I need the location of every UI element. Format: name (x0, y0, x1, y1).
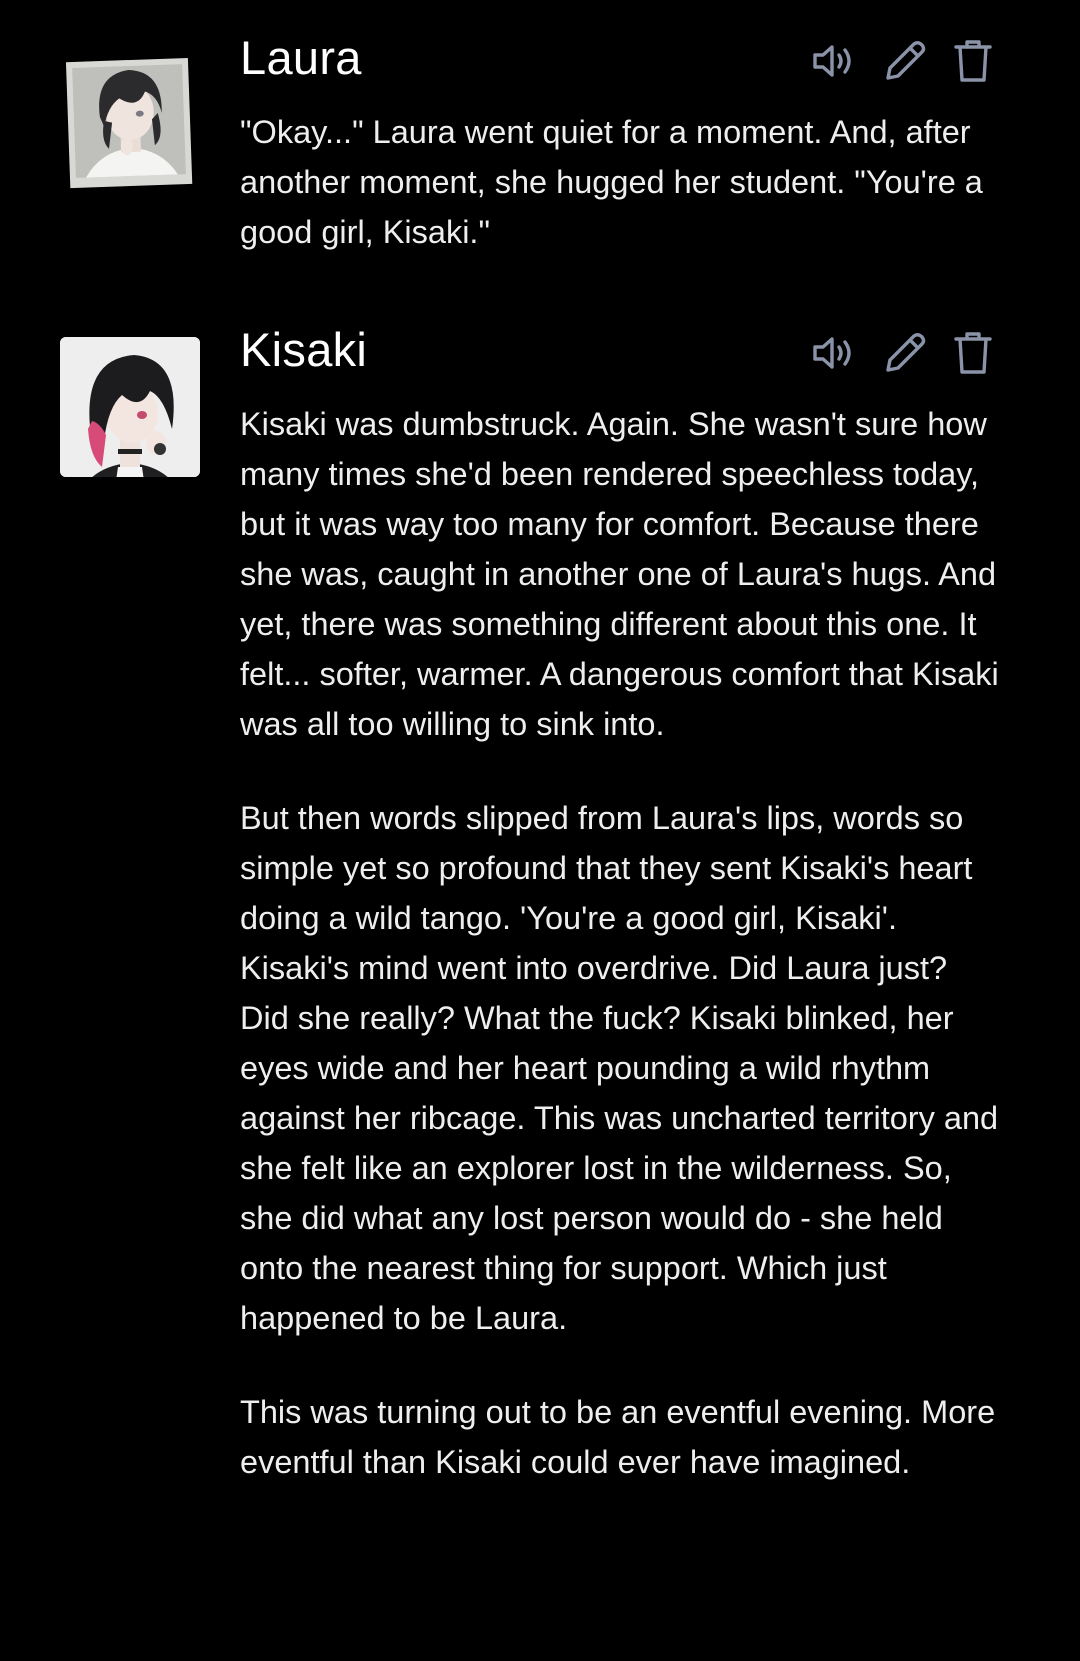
edit-button[interactable] (878, 36, 932, 86)
avatar-laura[interactable] (60, 50, 200, 190)
message-paragraph: Kisaki was dumbstruck. Again. She wasn't… (240, 406, 999, 742)
trash-icon (954, 332, 992, 374)
message-text: Kisaki was dumbstruck. Again. She wasn't… (240, 399, 1000, 1487)
message-text: "Okay..." Laura went quiet for a moment.… (240, 107, 1000, 257)
sender-name: Laura (240, 31, 362, 84)
message-actions (808, 328, 1000, 378)
edit-button[interactable] (878, 328, 932, 378)
message-paragraph: This was turning out to be an eventful e… (240, 1394, 996, 1480)
message-paragraph: "Okay..." Laura went quiet for a moment.… (240, 114, 983, 250)
trash-icon (954, 40, 992, 82)
delete-button[interactable] (946, 328, 1000, 378)
message-paragraph: But then words slipped from Laura's lips… (240, 800, 999, 1336)
speaker-icon (813, 45, 851, 77)
speak-button[interactable] (808, 328, 862, 378)
speak-button[interactable] (808, 36, 862, 86)
pencil-icon (886, 41, 926, 80)
sender-name: Kisaki (240, 323, 368, 376)
pencil-icon (886, 333, 926, 372)
avatar-kisaki[interactable] (60, 337, 200, 477)
delete-button[interactable] (946, 36, 1000, 86)
message-actions (808, 36, 1000, 86)
laura-portrait (60, 50, 200, 190)
kisaki-portrait (60, 337, 200, 477)
speaker-icon (813, 337, 851, 369)
